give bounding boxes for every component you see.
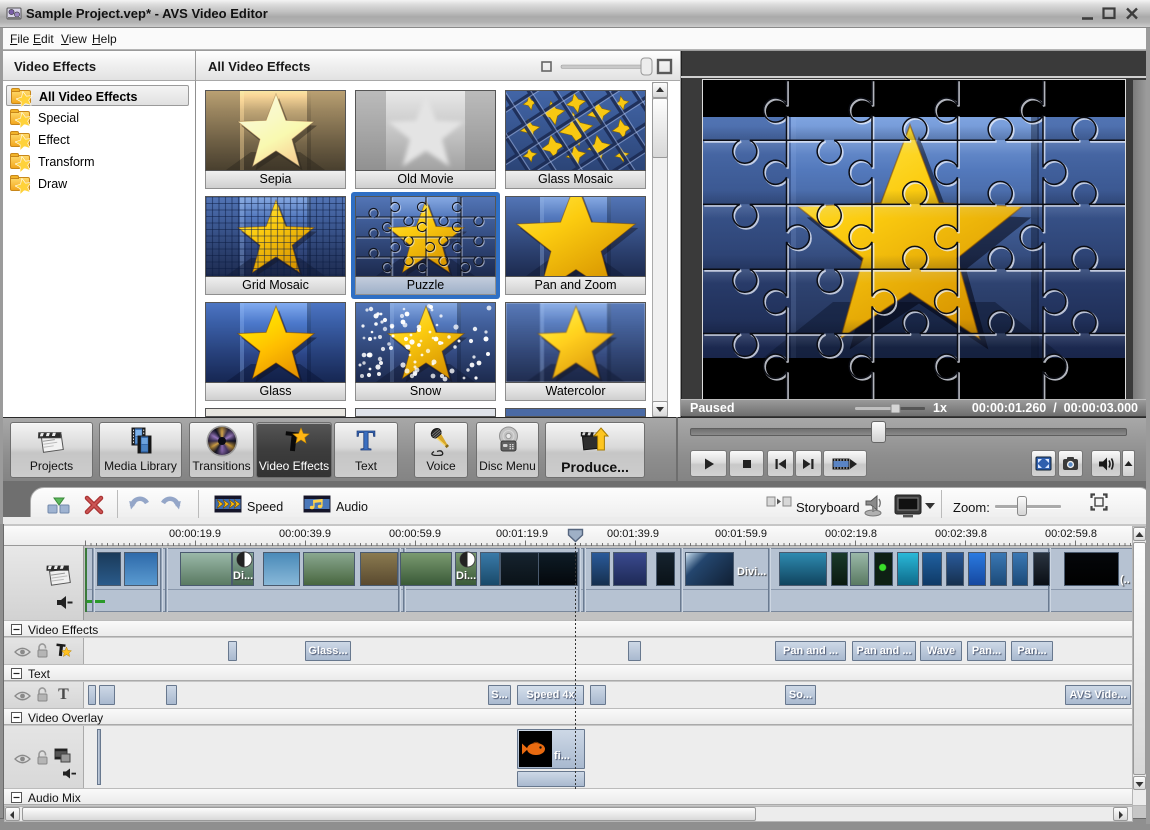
svg-text:T: T bbox=[58, 686, 69, 701]
svg-text:T: T bbox=[357, 426, 376, 456]
